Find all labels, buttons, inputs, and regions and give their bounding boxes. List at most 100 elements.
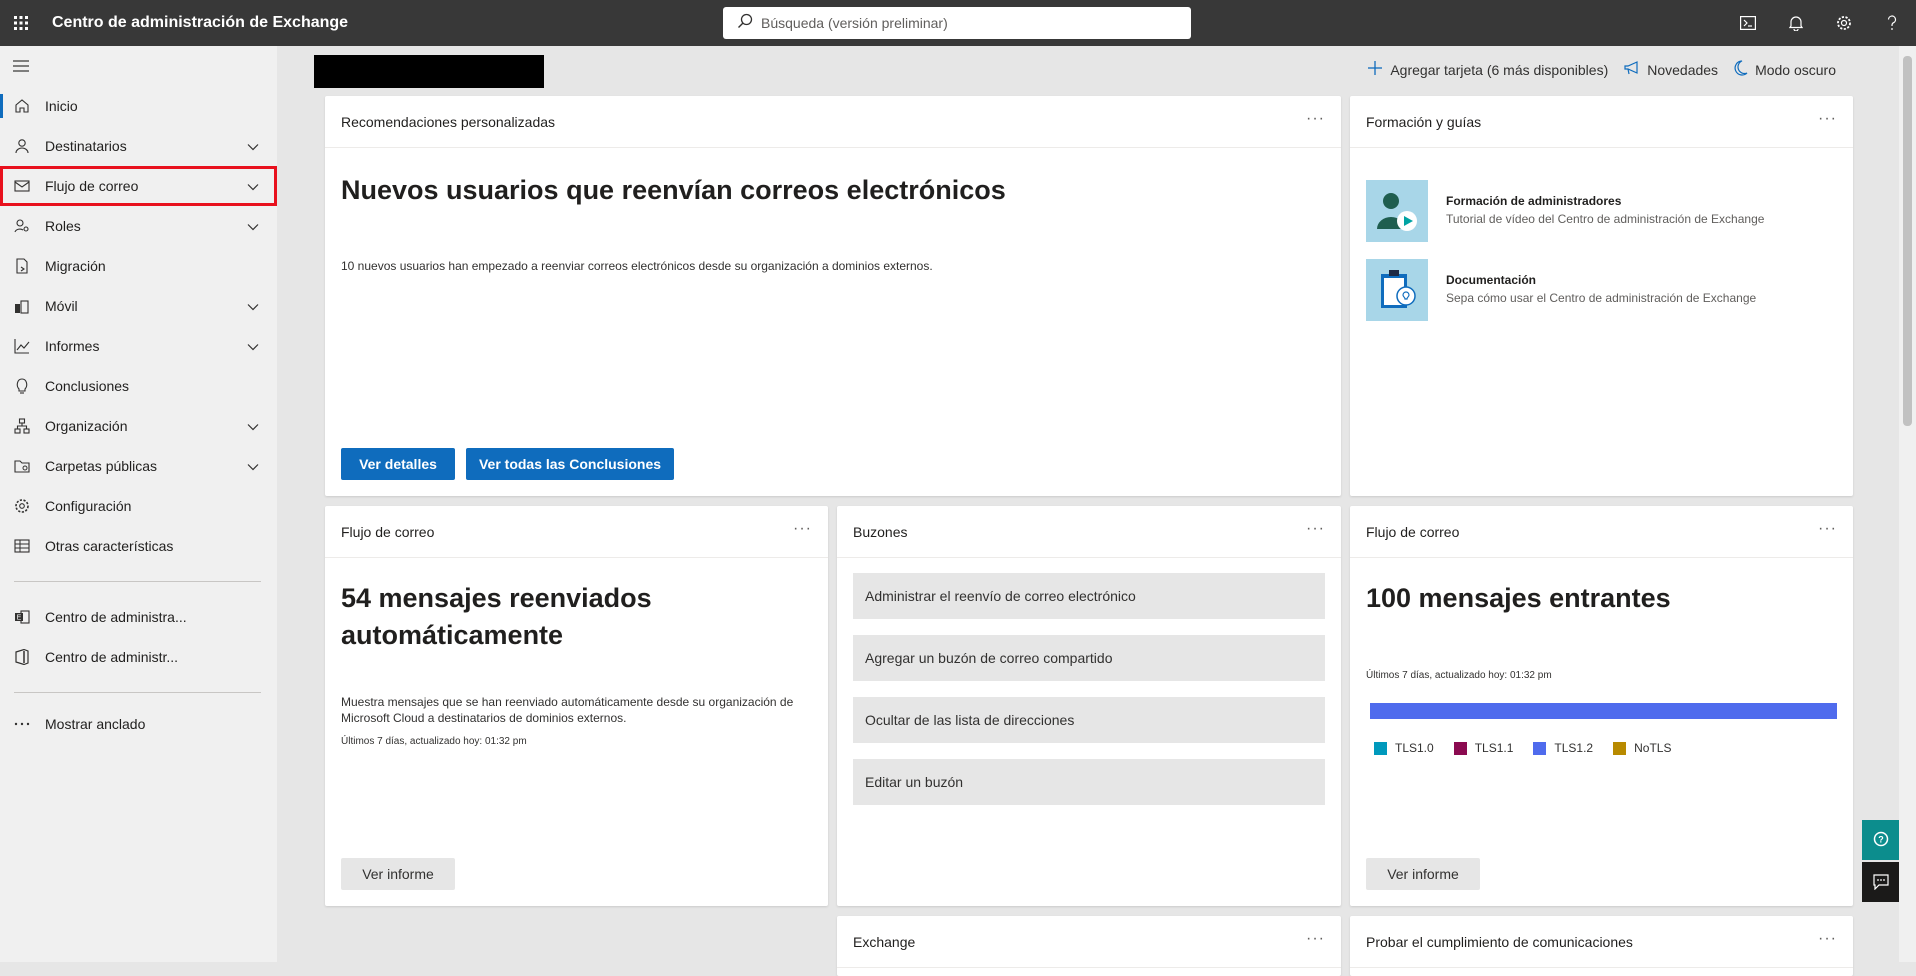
legend-swatch <box>1453 741 1467 755</box>
nav-label: Otras características <box>45 538 174 554</box>
left-nav: Inicio Destinatarios Flujo de correo Rol… <box>0 46 277 962</box>
card-title: Recomendaciones personalizadas <box>341 113 556 130</box>
hide-from-address-list-button[interactable]: Ocultar de las lista de direcciones <box>853 697 1325 743</box>
card-title: Probar el cumplimiento de comunicaciones <box>1366 933 1633 950</box>
nav-label: Informes <box>45 338 100 354</box>
recommendation-body: 10 nuevos usuarios han empezado a reenvi… <box>341 259 933 273</box>
recommendations-card: Recomendaciones personalizadas ··· Nuevo… <box>325 96 1341 496</box>
card-title: Formación y guías <box>1366 113 1482 130</box>
chevron-down-icon[interactable] <box>247 338 259 354</box>
top-bar: Centro de administración de Exchange Bús… <box>0 0 1916 46</box>
chevron-down-icon[interactable] <box>247 418 259 434</box>
incoming-updated: Últimos 7 días, actualizado hoy: 01:32 p… <box>1366 670 1552 681</box>
app-title[interactable]: Centro de administración de Exchange <box>52 14 348 32</box>
card-header: Flujo de correo ··· <box>1350 506 1853 558</box>
nav-item-informes[interactable]: Informes <box>0 326 277 366</box>
nav-item-roles[interactable]: Roles <box>0 206 277 246</box>
nav-item-otras-caracteristicas[interactable]: Otras características <box>0 526 277 566</box>
nav-item-conclusiones[interactable]: Conclusiones <box>0 366 277 406</box>
more-options-icon[interactable]: ··· <box>793 520 812 538</box>
plus-icon <box>1367 60 1390 79</box>
nav-label: Organización <box>45 418 128 434</box>
nav-item-organizacion[interactable]: Organización <box>0 406 277 446</box>
more-options-icon[interactable]: ··· <box>1818 520 1837 538</box>
legend-label: TLS1.2 <box>1554 741 1594 755</box>
top-icons <box>1724 0 1916 46</box>
search-icon <box>737 13 753 34</box>
card-title: Flujo de correo <box>341 523 435 540</box>
mailboxes-card: Buzones ··· Administrar el reenvío de co… <box>837 506 1341 906</box>
scrollbar-thumb[interactable] <box>1903 56 1912 426</box>
folder-icon <box>13 457 31 475</box>
forwarded-updated: Últimos 7 días, actualizado hoy: 01:32 p… <box>341 736 527 747</box>
bell-icon[interactable] <box>1772 0 1820 46</box>
help-support-button[interactable]: ? <box>1862 820 1899 860</box>
view-all-insights-button[interactable]: Ver todas las Conclusiones <box>466 448 674 480</box>
view-report-button[interactable]: Ver informe <box>1366 858 1480 890</box>
app-launcher-icon[interactable] <box>0 0 42 46</box>
page-scrollbar[interactable] <box>1899 46 1916 962</box>
search-box[interactable]: Búsqueda (versión preliminar) <box>723 7 1191 39</box>
chevron-down-icon[interactable] <box>247 298 259 314</box>
nav-label: Destinatarios <box>45 138 127 154</box>
chevron-down-icon[interactable] <box>247 178 259 194</box>
tls-legend: TLS1.0 TLS1.1 TLS1.2 NoTLS <box>1374 741 1691 755</box>
nav-item-movil[interactable]: Móvil <box>0 286 277 326</box>
manage-forwarding-button[interactable]: Administrar el reenvío de correo electró… <box>853 573 1325 619</box>
nav-item-destinatarios[interactable]: Destinatarios <box>0 126 277 166</box>
dark-mode-button[interactable]: Modo oscuro <box>1734 60 1836 79</box>
redacted-block <box>314 55 544 88</box>
chevron-down-icon[interactable] <box>247 138 259 154</box>
nav-item-office-admin-link[interactable]: Centro de administr... <box>0 637 277 677</box>
guide-documentation[interactable]: Documentación Sepa cómo usar el Centro d… <box>1366 259 1756 321</box>
add-shared-mailbox-button[interactable]: Agregar un buzón de correo compartido <box>853 635 1325 681</box>
dark-mode-label: Modo oscuro <box>1755 61 1836 78</box>
nav-label: Centro de administra... <box>45 609 187 625</box>
chevron-down-icon[interactable] <box>247 458 259 474</box>
nav-item-carpetas-publicas[interactable]: Carpetas públicas <box>0 446 277 486</box>
nav-label: Flujo de correo <box>45 178 139 194</box>
legend-swatch <box>1613 741 1627 755</box>
exchange-card: Exchange ··· <box>837 916 1341 976</box>
guide-subtitle: Tutorial de vídeo del Centro de administ… <box>1446 212 1765 226</box>
hamburger-icon[interactable] <box>0 46 277 86</box>
guide-admin-training[interactable]: Formación de administradores Tutorial de… <box>1366 180 1764 242</box>
help-icon[interactable] <box>1868 0 1916 46</box>
person-key-icon <box>13 217 31 235</box>
more-options-icon[interactable]: ··· <box>1306 930 1325 948</box>
view-report-button[interactable]: Ver informe <box>341 858 455 890</box>
cloud-shell-icon[interactable] <box>1724 0 1772 46</box>
chevron-down-icon[interactable] <box>247 218 259 234</box>
more-options-icon[interactable]: ··· <box>1306 110 1325 128</box>
nav-item-inicio[interactable]: Inicio <box>0 86 277 126</box>
show-pinned-button[interactable]: Mostrar anclado <box>0 704 277 744</box>
nav-item-configuracion[interactable]: Configuración <box>0 486 277 526</box>
mobile-icon <box>13 297 31 315</box>
chart-icon <box>13 337 31 355</box>
nav-label: Centro de administr... <box>45 649 179 665</box>
edit-mailbox-button[interactable]: Editar un buzón <box>853 759 1325 805</box>
add-card-button[interactable]: Agregar tarjeta (6 más disponibles) <box>1367 60 1608 79</box>
search-input[interactable]: Búsqueda (versión preliminar) <box>761 15 948 31</box>
whats-new-button[interactable]: Novedades <box>1624 61 1718 78</box>
nav-label: Migración <box>45 258 106 274</box>
nav-item-exchange-admin-link[interactable]: E Centro de administra... <box>0 597 277 637</box>
person-icon <box>13 137 31 155</box>
more-options-icon[interactable]: ··· <box>1306 520 1325 538</box>
nav-item-flujo-de-correo[interactable]: Flujo de correo <box>0 166 277 206</box>
nav-label: Conclusiones <box>45 378 130 394</box>
gear-icon[interactable] <box>1820 0 1868 46</box>
more-options-icon[interactable]: ··· <box>1818 110 1837 128</box>
video-tutorial-icon <box>1366 180 1428 242</box>
legend-item: TLS1.1 <box>1453 741 1513 755</box>
mail-icon <box>13 177 31 195</box>
mailflow-incoming-card: Flujo de correo ··· 100 mensajes entrant… <box>1350 506 1853 906</box>
nav-item-migracion[interactable]: Migración <box>0 246 277 286</box>
feedback-button[interactable] <box>1862 862 1899 902</box>
org-icon <box>13 417 31 435</box>
documentation-icon <box>1366 259 1428 321</box>
legend-item: NoTLS <box>1613 741 1671 755</box>
more-options-icon[interactable]: ··· <box>1818 930 1837 948</box>
view-details-button[interactable]: Ver detalles <box>341 448 455 480</box>
tls-distribution-bar <box>1370 703 1837 719</box>
